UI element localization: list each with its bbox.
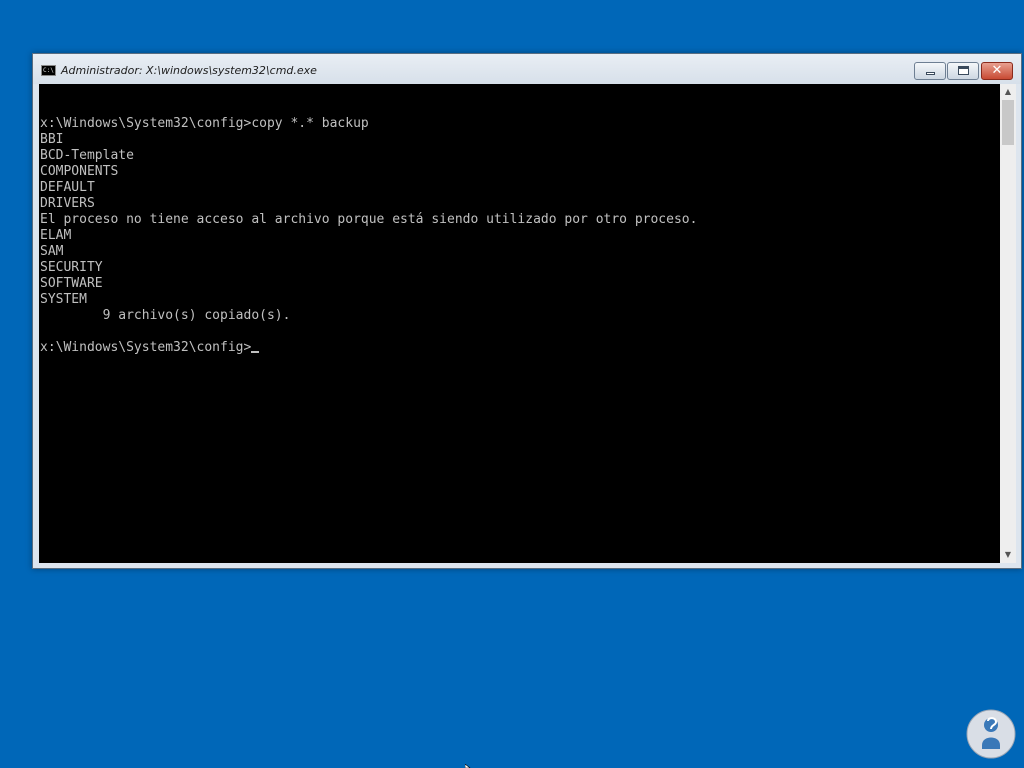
cmd-window[interactable]: C:\ Administrador: X:\windows\system32\c… <box>32 53 1022 569</box>
close-icon: ✕ <box>991 63 1003 78</box>
console-output: x:\Windows\System32\config>copy *.* back… <box>39 84 1000 356</box>
console-line: 9 archivo(s) copiado(s). <box>40 308 291 323</box>
scroll-thumb[interactable] <box>1002 100 1014 145</box>
maximize-button[interactable] <box>947 62 979 80</box>
console-line: SYSTEM <box>40 292 87 307</box>
cmd-icon[interactable]: C:\ <box>41 65 56 76</box>
close-button[interactable]: ✕ <box>981 62 1013 80</box>
console-line: SECURITY <box>40 260 103 275</box>
console-line: DEFAULT <box>40 180 95 195</box>
console-line: SOFTWARE <box>40 276 103 291</box>
console-line: COMPONENTS <box>40 164 119 179</box>
console-line: SAM <box>40 244 64 259</box>
text-cursor <box>251 351 260 353</box>
chevron-down-icon[interactable]: ▼ <box>1000 547 1016 563</box>
console-line: El proceso no tiene acceso al archivo po… <box>40 212 698 227</box>
mouse-pointer-icon <box>465 764 471 768</box>
help-person-logo <box>966 709 1016 759</box>
vertical-scrollbar[interactable]: ▲ ▼ <box>1000 84 1016 563</box>
console-line: ELAM <box>40 228 72 243</box>
console-line: x:\Windows\System32\config>copy *.* back… <box>40 116 369 131</box>
console-area[interactable]: x:\Windows\System32\config>copy *.* back… <box>39 84 1000 563</box>
chevron-up-icon[interactable]: ▲ <box>1000 84 1016 100</box>
title-bar[interactable]: C:\ Administrador: X:\windows\system32\c… <box>33 54 1021 84</box>
minimize-icon <box>926 72 935 75</box>
console-lines: x:\Windows\System32\config>copy *.* back… <box>40 116 697 355</box>
window-title: Administrador: X:\windows\system32\cmd.e… <box>61 64 317 77</box>
console-line: BBI <box>40 132 64 147</box>
minimize-button[interactable] <box>914 62 946 80</box>
console-line: DRIVERS <box>40 196 95 211</box>
console-line: BCD-Template <box>40 148 134 163</box>
maximize-icon <box>958 66 969 75</box>
console-line: x:\Windows\System32\config> <box>40 340 252 355</box>
